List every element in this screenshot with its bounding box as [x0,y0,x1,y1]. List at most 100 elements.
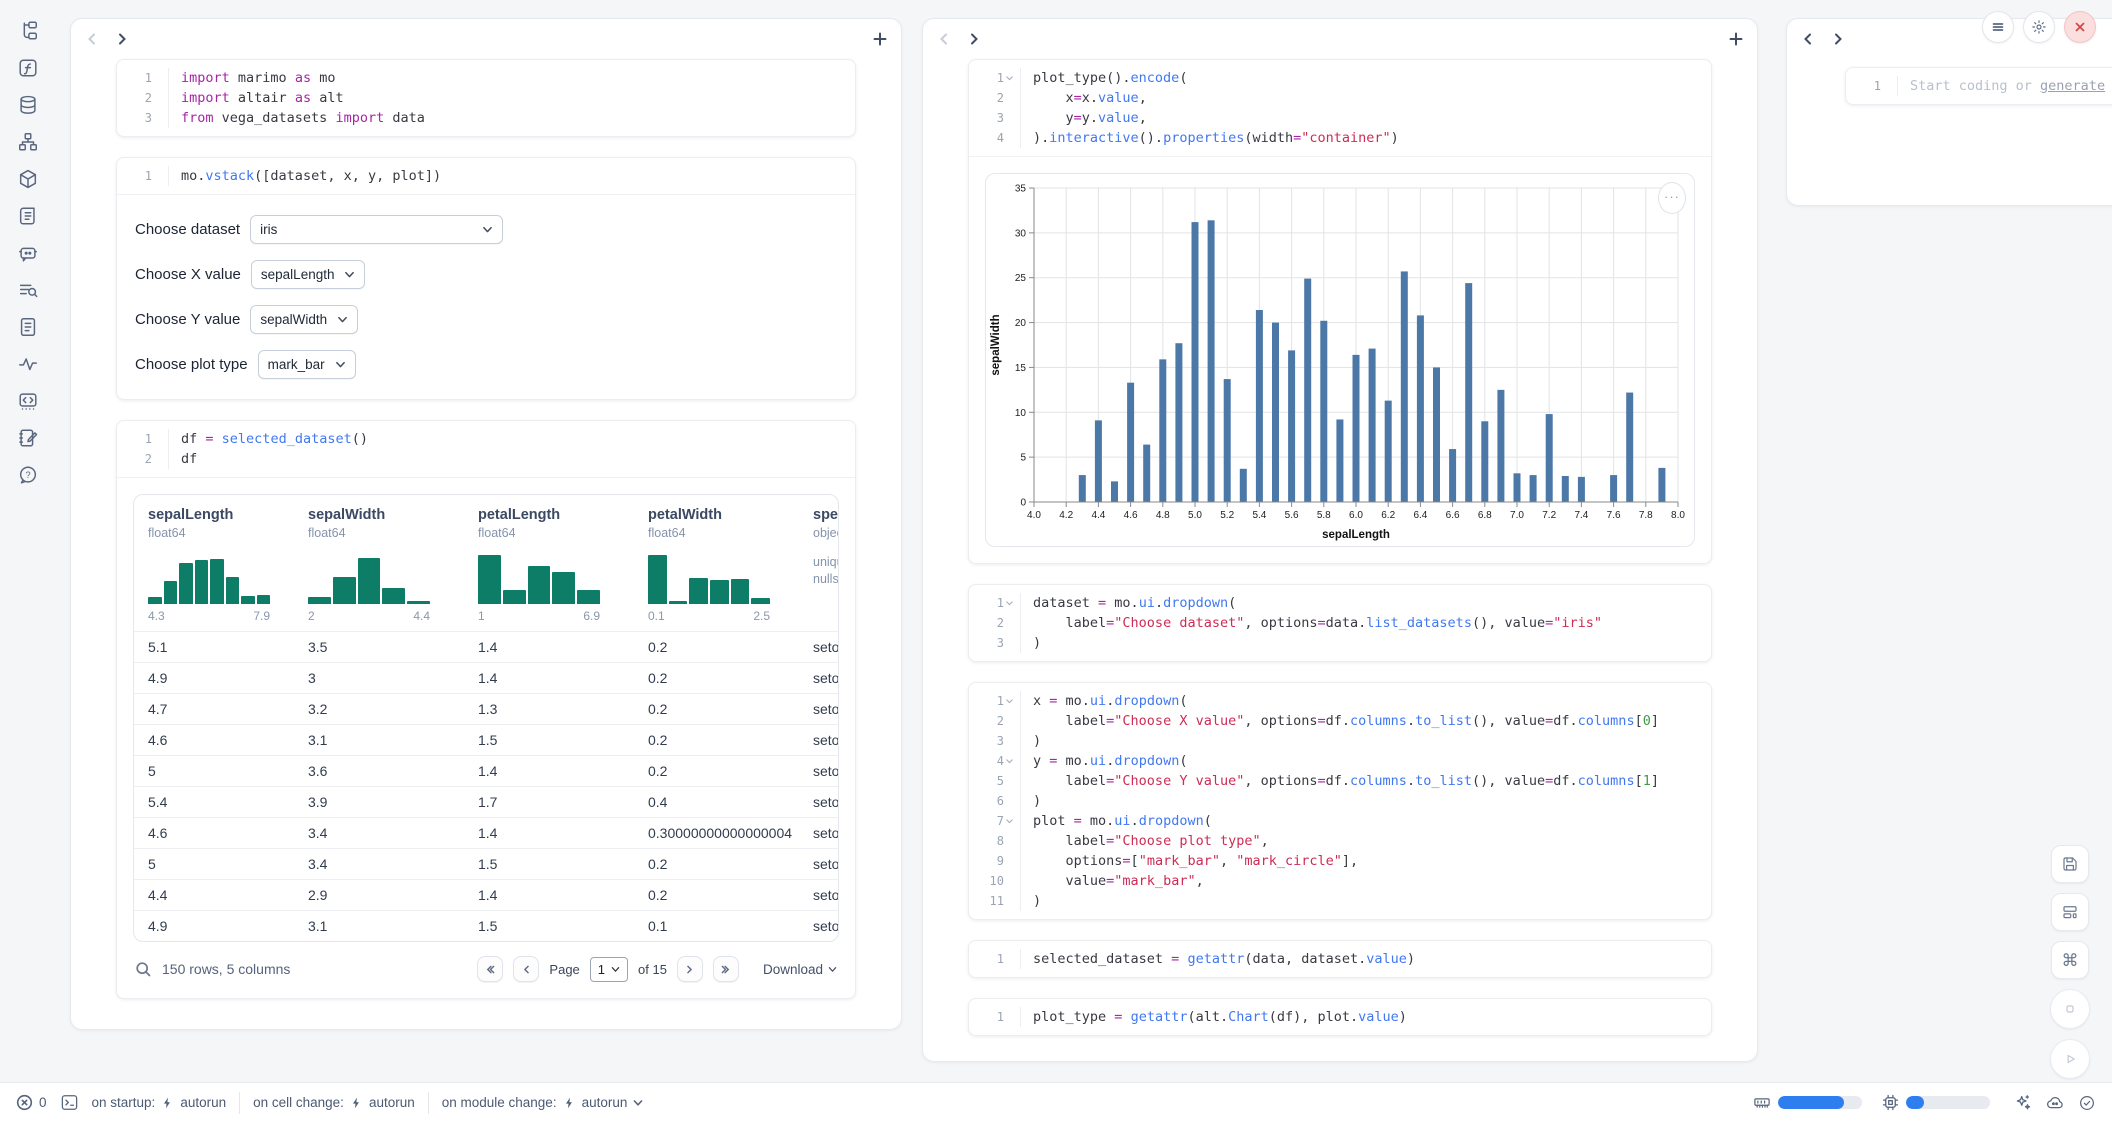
table-row[interactable]: 4.73.21.30.2setosa [134,693,838,724]
package-icon[interactable] [17,168,39,190]
settings-button[interactable] [2023,11,2055,43]
logs-icon[interactable] [17,279,39,301]
column-header-petalLength[interactable]: petalLengthfloat6416.9 [464,495,634,631]
code-cell-plot[interactable]: 1plot_type().encode(2 x=x.value,3 y=y.va… [968,59,1712,564]
panel-next-button[interactable] [115,32,129,46]
download-button[interactable]: Download [763,962,837,977]
last-page-button[interactable] [713,956,739,982]
prev-page-button[interactable] [513,956,539,982]
table-row[interactable]: 4.63.11.50.2setosa [134,724,838,755]
on-module-change-setting[interactable]: on module change: autorun [442,1095,644,1110]
keyboard-shortcuts-button[interactable]: ⌘ [2051,941,2089,979]
add-cell-button[interactable] [873,32,887,46]
tracing-icon[interactable] [17,353,39,375]
on-startup-setting[interactable]: on startup: autorun [92,1095,227,1110]
snippets-icon[interactable] [17,390,39,412]
code-line[interactable]: 2 label="Choose dataset", options=data.l… [969,613,1711,633]
code-line[interactable]: 3from vega_datasets import data [117,108,855,128]
connection-status[interactable] [2078,1094,2096,1112]
error-count-badge[interactable]: 0 [16,1094,47,1111]
code-line[interactable]: 1selected_dataset = getattr(data, datase… [969,949,1711,969]
code-line[interactable]: 3) [969,633,1711,653]
notebook-icon[interactable] [17,427,39,449]
runtime-button[interactable] [2045,1093,2065,1112]
code-line[interactable]: 1x = mo.ui.dropdown( [969,691,1711,711]
ai-assist-button[interactable] [2013,1093,2032,1112]
panel-prev-button[interactable] [1801,32,1815,46]
file-tree-icon[interactable] [17,20,39,42]
code-line[interactable]: 2 label="Choose X value", options=df.col… [969,711,1711,731]
code-line[interactable]: 4).interactive().properties(width="conta… [969,128,1711,148]
table-row[interactable]: 4.931.40.2setosa [134,662,838,693]
help-icon[interactable]: ? [17,464,39,486]
function-icon[interactable] [17,57,39,79]
database-icon[interactable] [17,94,39,116]
code-line[interactable]: 9 options=["mark_bar", "mark_circle"], [969,851,1711,871]
panel-prev-button[interactable] [937,32,951,46]
code-cell-imports[interactable]: 1import marimo as mo2import altair as al… [116,59,856,137]
code-line[interactable]: 2df [117,449,855,469]
layout-button[interactable] [2051,893,2089,931]
page-select[interactable]: 1 [590,957,628,982]
chart-actions-button[interactable]: ··· [1658,182,1686,214]
search-icon[interactable] [135,961,152,978]
table-row[interactable]: 53.61.40.2setosa [134,755,838,786]
dropdown-choose-plot-type[interactable]: mark_bar [258,350,356,379]
empty-code-cell[interactable]: 1 Start coding or generate with AI [1845,67,2112,105]
code-line[interactable]: 2import altair as alt [117,88,855,108]
generate-ai-link[interactable]: generate [2040,78,2105,94]
dropdown-choose-x-value[interactable]: sepalLength [251,260,366,289]
code-line[interactable]: 11) [969,891,1711,911]
panel-prev-button[interactable] [85,32,99,46]
first-page-button[interactable] [477,956,503,982]
code-line[interactable]: 2 x=x.value, [969,88,1711,108]
terminal-button[interactable] [60,1093,79,1112]
scratchpad-icon[interactable] [17,205,39,227]
next-page-button[interactable] [677,956,703,982]
table-row[interactable]: 5.13.51.40.2setosa [134,631,838,662]
code-line[interactable]: 10 value="mark_bar", [969,871,1711,891]
close-panel-button[interactable] [2064,11,2096,43]
code-cell-plot-type[interactable]: 1plot_type = getattr(alt.Chart(df), plot… [968,998,1712,1036]
stop-button[interactable] [2050,989,2090,1029]
save-button[interactable] [2051,845,2089,883]
dropdown-choose-y-value[interactable]: sepalWidth [250,305,358,334]
code-line[interactable]: 7plot = mo.ui.dropdown( [969,811,1711,831]
table-row[interactable]: 4.63.41.40.30000000000000004setosa [134,817,838,848]
code-line[interactable]: 3) [969,731,1711,751]
code-line[interactable]: 1dataset = mo.ui.dropdown( [969,593,1711,613]
code-cell-dataframe[interactable]: 1df = selected_dataset()2df sepalLengthf… [116,420,856,999]
documentation-icon[interactable] [17,316,39,338]
table-row[interactable]: 5.43.91.70.4setosa [134,786,838,817]
menu-button[interactable] [1982,11,2014,43]
table-row[interactable]: 4.93.11.50.1setosa [134,910,838,941]
column-header-sepalLength[interactable]: sepalLengthfloat644.37.9 [134,495,294,631]
code-line[interactable]: 1import marimo as mo [117,68,855,88]
code-cell-vstack[interactable]: 1mo.vstack([dataset, x, y, plot]) Choose… [116,157,856,400]
panel-next-button[interactable] [1831,32,1845,46]
table-row[interactable]: 4.42.91.40.2setosa [134,879,838,910]
run-button[interactable] [2050,1039,2090,1079]
add-cell-button[interactable] [1729,32,1743,46]
dropdown-choose-dataset[interactable]: iris [250,215,503,244]
code-cell-xy-plot-dropdowns[interactable]: 1x = mo.ui.dropdown(2 label="Choose X va… [968,682,1712,920]
dependency-graph-icon[interactable] [17,131,39,153]
code-line[interactable]: 1plot_type = getattr(alt.Chart(df), plot… [969,1007,1711,1027]
column-header-species[interactable]: speciesobjectunique:nulls: [799,495,838,631]
code-line[interactable]: 1mo.vstack([dataset, x, y, plot]) [117,166,855,186]
code-line[interactable]: 8 label="Choose plot type", [969,831,1711,851]
code-line[interactable]: 5 label="Choose Y value", options=df.col… [969,771,1711,791]
code-cell-selected-dataset[interactable]: 1selected_dataset = getattr(data, datase… [968,940,1712,978]
column-header-sepalWidth[interactable]: sepalWidthfloat6424.4 [294,495,464,631]
table-row[interactable]: 53.41.50.2setosa [134,848,838,879]
panel-next-button[interactable] [967,32,981,46]
code-line[interactable]: 6) [969,791,1711,811]
chat-icon[interactable] [17,242,39,264]
code-cell-dataset-dropdown[interactable]: 1dataset = mo.ui.dropdown(2 label="Choos… [968,584,1712,662]
code-line[interactable]: 4y = mo.ui.dropdown( [969,751,1711,771]
altair-bar-chart[interactable]: 4.04.24.44.64.85.05.25.45.65.86.06.26.46… [986,174,1694,546]
column-header-petalWidth[interactable]: petalWidthfloat640.12.5 [634,495,799,631]
code-line[interactable]: 1plot_type().encode( [969,68,1711,88]
code-line[interactable]: 3 y=y.value, [969,108,1711,128]
code-line[interactable]: 1df = selected_dataset() [117,429,855,449]
